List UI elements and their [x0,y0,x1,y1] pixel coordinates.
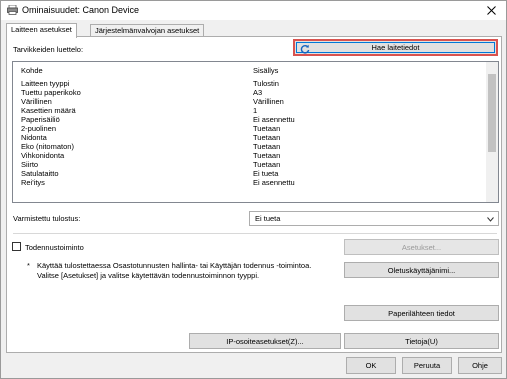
title-bar: Ominaisuudet: Canon Device [1,1,506,20]
close-button[interactable] [476,1,506,20]
auth-checkbox[interactable] [12,242,21,251]
list-item-value: Tuetaan [253,142,281,151]
list-item-name: Siirto [21,160,39,169]
list-scrollbar[interactable] [486,62,498,202]
list-item-value: Tuetaan [253,133,281,142]
list-item-name: Satulataitto [21,169,59,178]
default-username-button[interactable]: Oletuskäyttäjänimi... [344,262,499,278]
verified-print-value: Ei tueta [255,214,281,223]
list-item[interactable]: Siirto Tuetaan [13,160,483,169]
list-item-name: Nidonta [21,133,47,142]
list-item[interactable]: 2-puolinen Tuetaan [13,124,483,133]
note-bullet: * [27,261,30,270]
list-item[interactable]: Eko (nitomaton) Tuetaan [13,142,483,151]
ok-button[interactable]: OK [346,357,396,374]
window-title: Ominaisuudet: Canon Device [22,5,140,15]
list-item-value: Tuetaan [253,160,281,169]
list-item[interactable]: Nidonta Tuetaan [13,133,483,142]
supplies-label: Tarvikkeiden luettelo: [13,45,84,54]
list-header: Kohde Sisällys [13,66,483,76]
scroll-thumb[interactable] [488,74,496,152]
list-item-value: Tulostin [253,79,279,88]
list-item-value: Ei asennettu [253,115,295,124]
list-item-value: Tuetaan [253,124,281,133]
list-item-name: Eko (nitomaton) [21,142,74,151]
list-item-name: Tuettu paperikoko [21,88,81,97]
list-rows: Laitteen tyyppi Tulostin Tuettu paperikoko… [13,79,483,187]
verified-print-label: Varmistettu tulostus: [13,214,81,223]
fetch-device-info-button[interactable]: Hae laitetiedot [293,39,498,56]
verified-print-select[interactable]: Ei tueta [249,211,499,226]
supplies-list[interactable]: Kohde Sisällys Laitteen tyyppi Tulostin Tu… [12,61,499,203]
ip-address-settings-button[interactable]: IP-osoiteasetukset(Z)... [189,333,341,349]
cancel-button[interactable]: Peruuta [402,357,452,374]
list-item-value: Tuetaan [253,151,281,160]
list-item-name: Kasettien määrä [21,106,76,115]
list-item-value: 1 [253,106,258,115]
list-item-name: Rei'itys [21,178,45,187]
help-button[interactable]: Ohje [458,357,502,374]
auth-note-line-2: Valitse [Asetukset] ja valitse käytettäv… [37,271,260,280]
list-item-value: A3 [253,88,263,97]
auth-settings-button[interactable]: Asetukset... [344,239,499,255]
list-item-name: 2-puolinen [21,124,57,133]
list-item-name: Paperisäiliö [21,115,60,124]
list-item-value: Ei tueta [253,169,279,178]
list-item[interactable]: Satulataitto Ei tueta [13,169,483,178]
auth-checkbox-label[interactable]: Todennustoiminto [25,243,84,252]
list-item[interactable]: Tuettu paperikoko A3 [13,88,483,97]
column-header-content[interactable]: Sisällys [253,66,278,75]
list-item[interactable]: Värillinen Värillinen [13,97,483,106]
list-item-name: Vihkonidonta [21,151,65,160]
list-item[interactable]: Laitteen tyyppi Tulostin [13,79,483,88]
list-item[interactable]: Vihkonidonta Tuetaan [13,151,483,160]
printer-icon [7,5,18,15]
tab-panel: Tarvikkeiden luettelo: Hae laitetiedot K… [6,36,502,353]
list-item-name: Laitteen tyyppi [21,79,70,88]
column-header-item[interactable]: Kohde [21,66,43,75]
list-item-value: Ei asennettu [253,178,295,187]
auth-note-line-1: Käyttää tulostettaessa Osastotunnusten h… [37,261,312,270]
list-item-value: Värillinen [253,97,284,106]
properties-dialog: Ominaisuudet: Canon Device Laitteen aset… [0,0,507,379]
tab-device-settings[interactable]: Laitteen asetukset [6,23,77,38]
list-item[interactable]: Rei'itys Ei asennettu [13,178,483,187]
about-button[interactable]: Tietoja(U) [344,333,499,349]
fetch-device-info-label: Hae laitetiedot [371,43,420,52]
close-icon [486,6,496,15]
list-item[interactable]: Paperisäiliö Ei asennettu [13,115,483,124]
paper-source-info-button[interactable]: Paperilähteen tiedot [344,305,499,321]
list-item[interactable]: Kasettien määrä 1 [13,106,483,115]
divider [13,233,497,234]
list-item-name: Värillinen [21,97,52,106]
chevron-down-icon [487,217,494,222]
refresh-icon [300,44,310,54]
